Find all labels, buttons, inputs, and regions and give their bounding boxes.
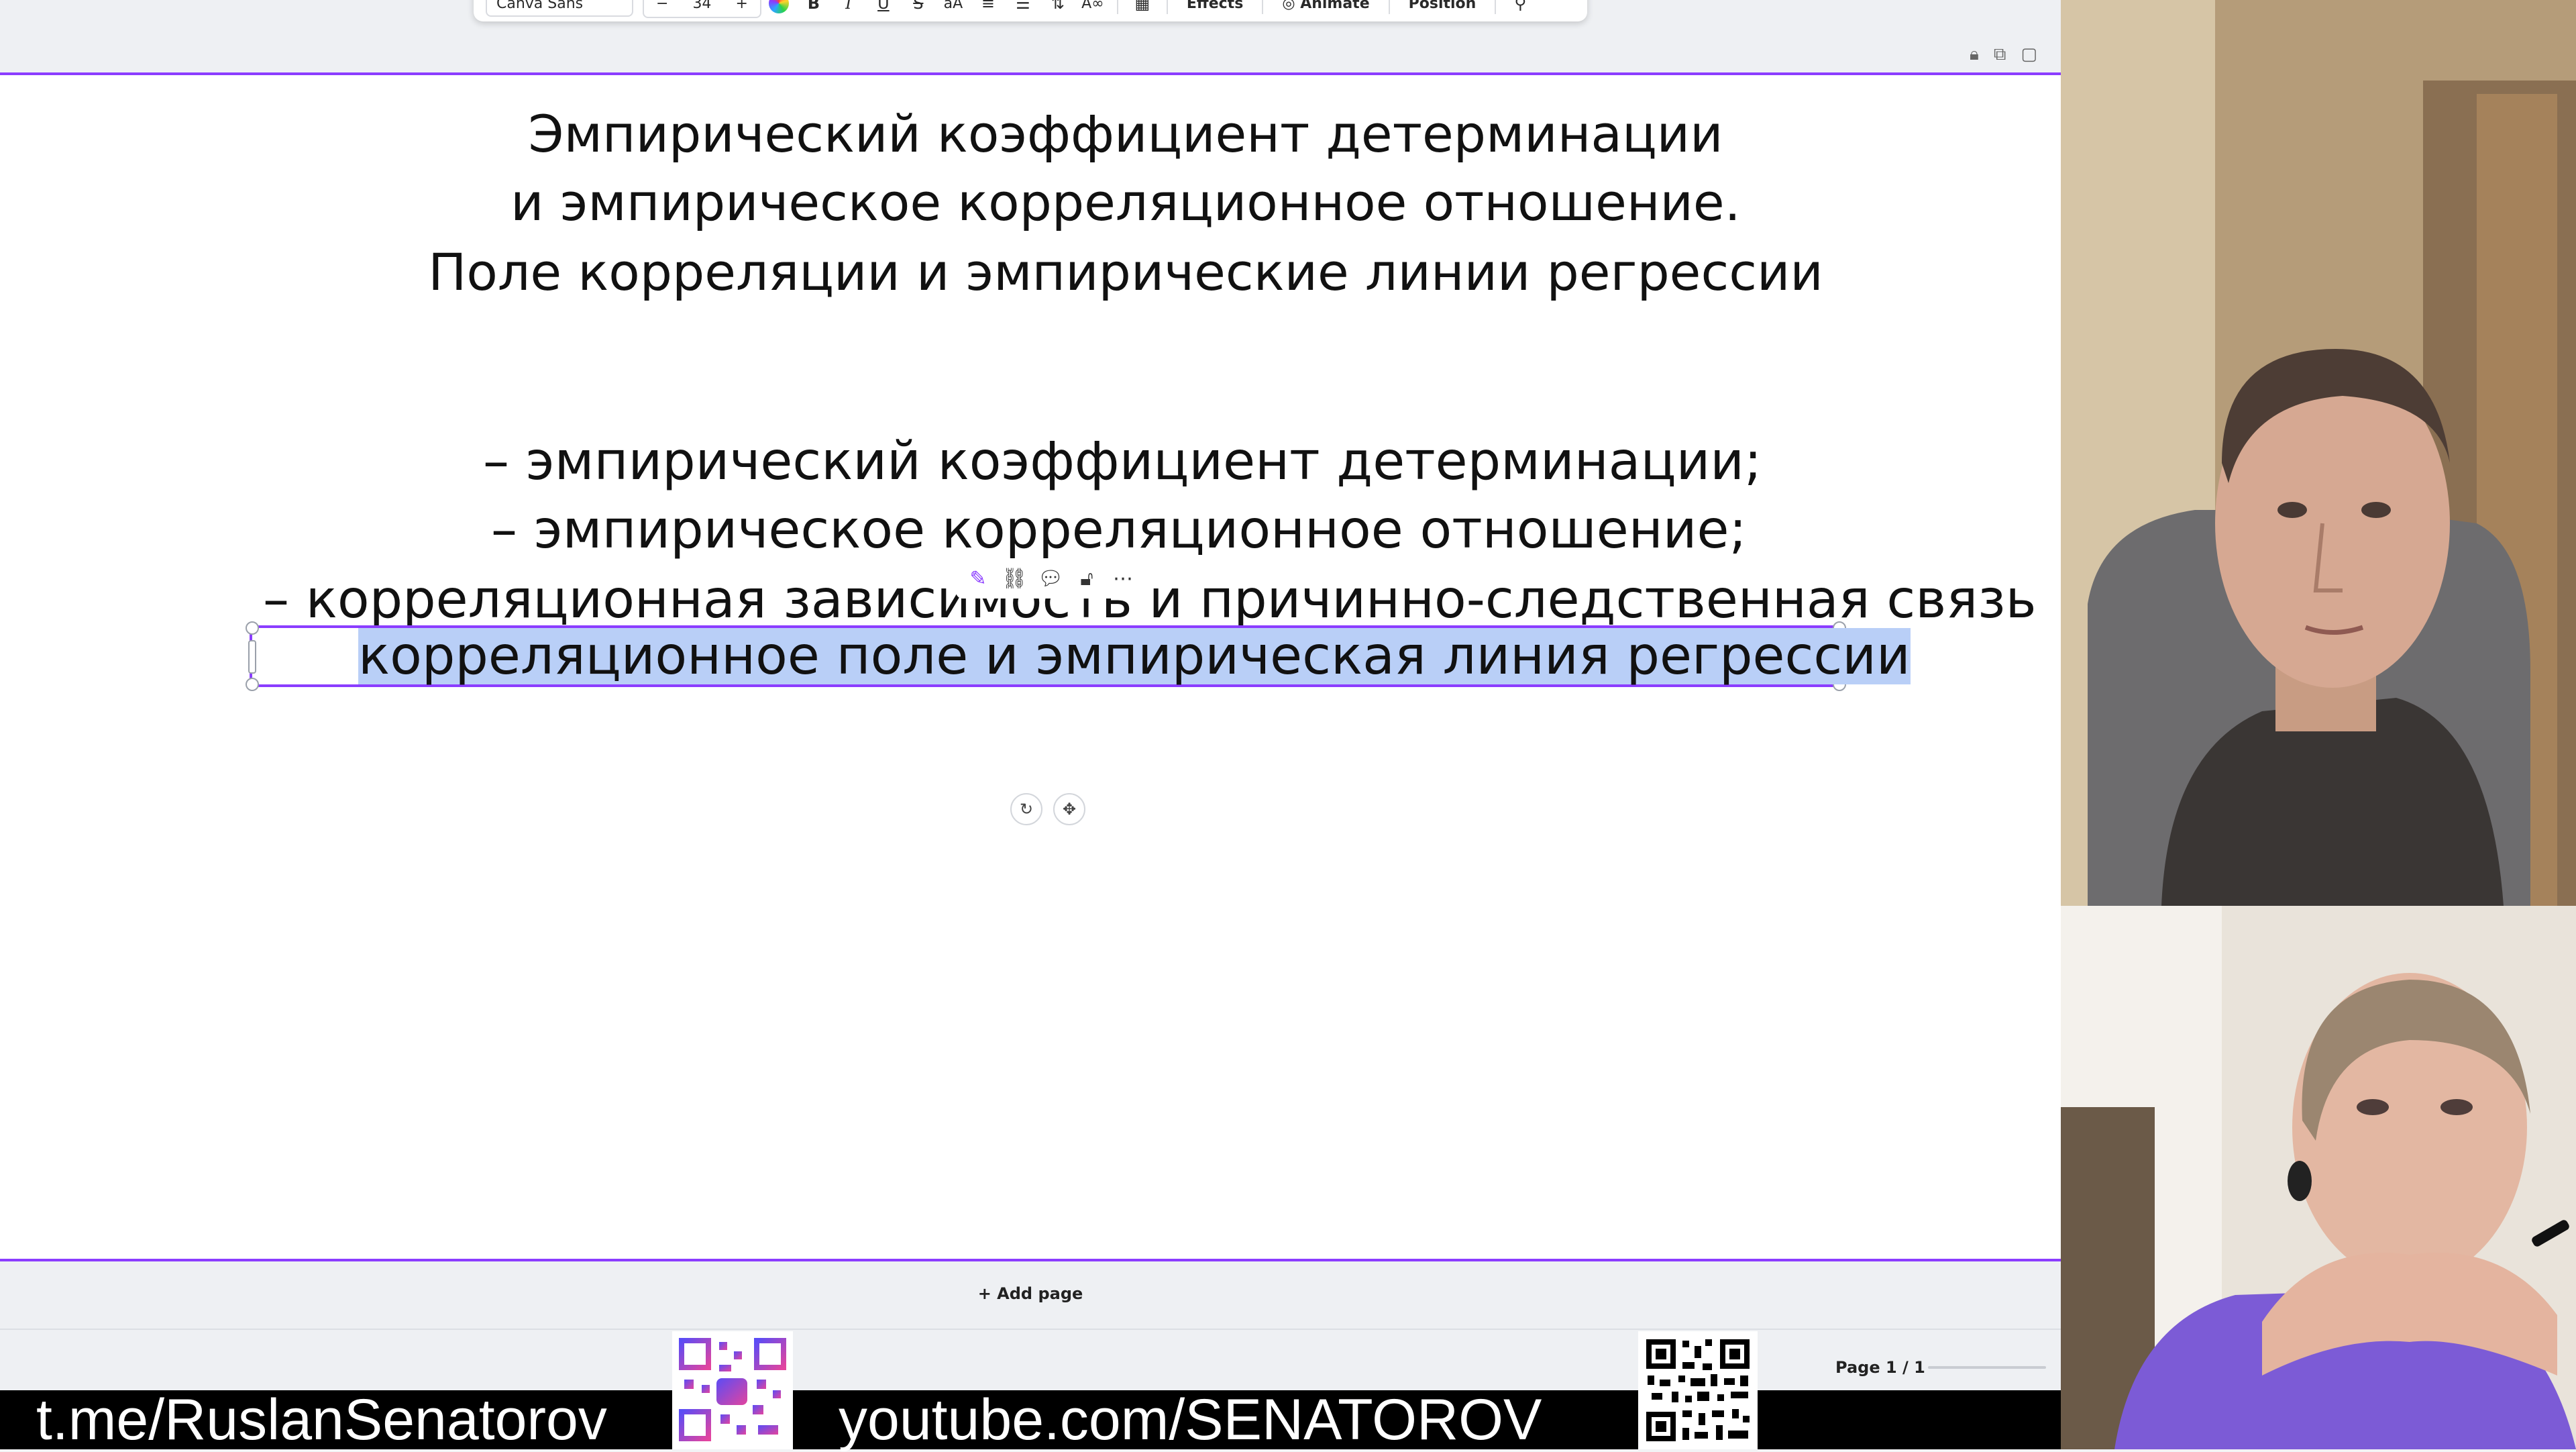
font-size-decrease-button[interactable]: − [644,0,680,12]
webcam-feed-top [2061,0,2576,906]
link-icon[interactable]: ⛓ [999,567,1030,590]
letter-case-icon: aA [943,0,963,12]
transparency-button[interactable]: ▦ [1125,0,1160,17]
italic-icon: I [845,0,852,13]
slide-title-line-3[interactable]: Поле корреляции и эмпирические линии рег… [0,239,2251,306]
element-quick-actions: ✎ ⛓ 💬︎ 🔓︎ ⋯ [956,558,1145,599]
slide-title-line-1[interactable]: Эмпирический коэффициент детерминации [0,101,2251,168]
more-options-icon[interactable]: ⋯ [1108,567,1138,590]
resize-handle-bottom-left[interactable] [246,678,259,691]
telegram-qr-code [672,1331,793,1449]
more-page-actions-icon[interactable]: ▢ [2021,44,2037,65]
underline-icon: U [877,0,890,13]
page-actions: 🔒︎ ⧉ ▢ [1970,44,2037,65]
text-styles-button[interactable]: A∞ [1075,0,1110,17]
italic-button[interactable]: I [831,0,866,17]
bold-icon: B [807,0,820,13]
text-toolbar: Canva Sans − 34 + B I U S aA ≡ ☰ ⇅ A∞ ▦ … [474,0,1587,21]
selected-text-line[interactable]: корреляционное поле и эмпирическая линия… [358,628,1911,684]
bullet-list-icon: ☰ [1016,0,1030,13]
toolbar-divider [1166,0,1168,14]
lock-icon[interactable]: 🔒︎ [1970,44,1979,65]
animate-label: Animate [1300,0,1370,12]
align-button[interactable]: ≡ [971,0,1006,17]
toolbar-divider [1495,0,1497,14]
letter-case-button[interactable]: aA [936,0,971,17]
toolbar-divider [1388,0,1390,14]
lock-element-icon[interactable]: 🔓︎ [1071,567,1102,590]
move-icon[interactable]: ✥ [1053,793,1085,825]
webcam-feed-bottom [2061,906,2576,1449]
promo-banner: t.me/RuslanSenatorov youtube.com/SENATOR… [0,1331,2080,1452]
paint-roller-icon: ⚲ [1514,0,1527,13]
font-size-increase-button[interactable]: + [723,0,759,12]
youtube-qr-code [1638,1331,1758,1449]
zoom-slider[interactable] [1928,1366,2046,1369]
strikethrough-button[interactable]: S [901,0,936,17]
youtube-link: youtube.com/SENATOROV [839,1388,1542,1452]
bullet-item-1[interactable]: – эмпирический коэффициент детерминации; [483,428,1762,495]
bullet-item-2[interactable]: – эмпирическое корреляционное отношение; [491,497,1747,564]
font-size-stepper[interactable]: − 34 + [643,0,761,18]
bullet-item-3[interactable]: – корреляционная зависимость и причинно-… [263,566,2037,633]
page-indicator[interactable]: Page 1 / 1 [1835,1358,1925,1377]
text-color-button[interactable] [761,0,796,17]
bold-button[interactable]: B [796,0,831,17]
animate-button[interactable]: ◎ Animate [1270,0,1381,12]
animate-icon: ◎ [1282,0,1295,12]
toolbar-divider [1116,0,1118,14]
slide-page[interactable]: Эмпирический коэффициент детерминации и … [0,72,2061,1261]
underline-button[interactable]: U [866,0,901,17]
line-spacing-icon: ⇅ [1051,0,1065,13]
font-family-dropdown[interactable]: Canva Sans [486,0,633,17]
effects-button[interactable]: Effects [1175,0,1255,12]
text-styles-icon: A∞ [1081,0,1104,12]
paint-format-button[interactable]: ⚲ [1503,0,1538,17]
position-button[interactable]: Position [1397,0,1489,12]
transform-controls: ↻ ✥ [1010,793,1085,825]
duplicate-page-icon[interactable]: ⧉ [1994,44,2006,65]
magic-edit-icon[interactable]: ✎ [963,567,994,590]
color-swatch-icon [768,0,789,13]
webcam-person-1 [2061,0,2576,906]
telegram-link: t.me/RuslanSenatorov [36,1388,607,1452]
resize-handle-left[interactable] [248,640,256,674]
comment-icon[interactable]: 💬︎ [1035,567,1066,590]
align-center-icon: ≡ [981,0,995,13]
font-size-value[interactable]: 34 [680,0,723,12]
webcam-person-2 [2061,906,2576,1449]
add-page-button[interactable]: + Add page [0,1261,2061,1326]
checkerboard-icon: ▦ [1134,0,1150,13]
spacing-button[interactable]: ⇅ [1040,0,1075,17]
toolbar-divider [1262,0,1264,14]
resize-handle-top-left[interactable] [246,621,259,635]
slide-title-line-2[interactable]: и эмпирическое корреляционное отношение. [0,169,2251,236]
list-button[interactable]: ☰ [1006,0,1040,17]
strikethrough-icon: S [913,0,924,13]
rotate-icon[interactable]: ↻ [1010,793,1042,825]
editor-workspace: Canva Sans − 34 + B I U S aA ≡ ☰ ⇅ A∞ ▦ … [0,0,2061,1449]
